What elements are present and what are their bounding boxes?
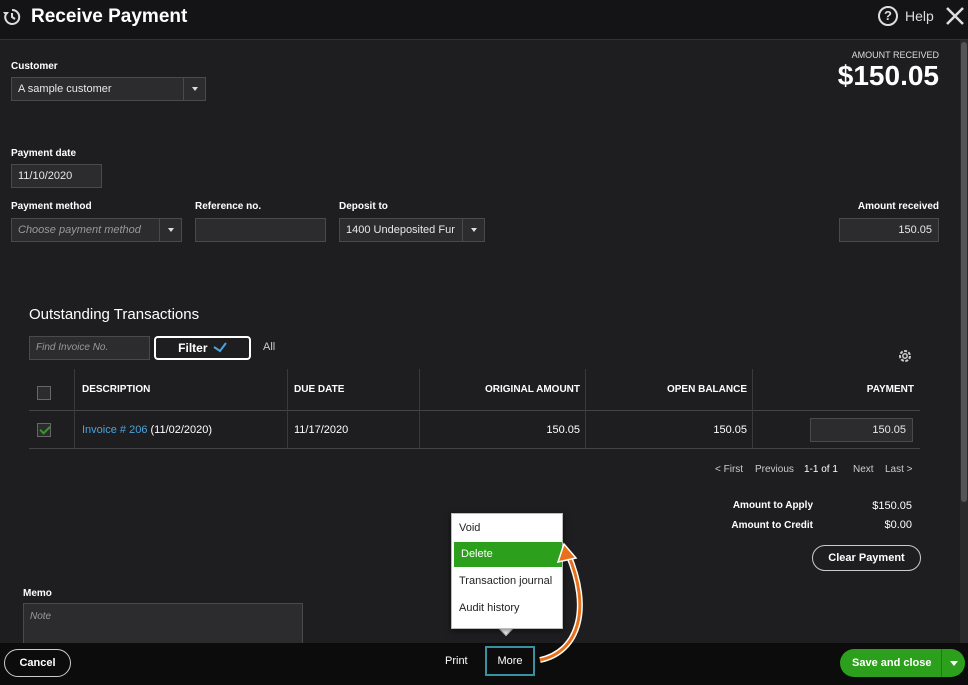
save-and-close-button[interactable]: Save and close: [840, 649, 965, 677]
amount-received-caption: AMOUNT RECEIVED: [851, 50, 939, 60]
amount-to-apply-value: $150.05: [872, 500, 912, 512]
footer-bar: [0, 643, 968, 685]
pager-previous[interactable]: Previous: [755, 464, 794, 475]
amount-to-credit-value: $0.00: [884, 519, 912, 531]
gear-icon[interactable]: [897, 348, 913, 364]
column-header-open-balance[interactable]: OPEN BALANCE: [585, 384, 747, 395]
customer-label: Customer: [11, 61, 58, 72]
amount-to-apply-label: Amount to Apply: [732, 500, 813, 511]
customer-dropdown[interactable]: A sample customer: [11, 77, 206, 101]
clear-payment-button[interactable]: Clear Payment: [812, 545, 921, 571]
table-row: Invoice # 206 (11/02/2020) 11/17/2020 15…: [29, 411, 920, 449]
cancel-button[interactable]: Cancel: [4, 649, 71, 677]
pager-range: 1-1 of 1: [804, 464, 838, 475]
payment-method-placeholder: Choose payment method: [18, 224, 141, 236]
amount-received-total: $150.05: [837, 60, 939, 91]
payment-date-label: Payment date: [11, 148, 77, 159]
filter-label: Filter: [178, 341, 208, 355]
payment-method-label: Payment method: [11, 201, 92, 212]
invoice-date: (11/02/2020): [150, 424, 213, 436]
all-filter-link[interactable]: All: [263, 341, 275, 353]
row-checkbox[interactable]: [37, 423, 51, 437]
payment-input[interactable]: 150.05: [810, 418, 913, 442]
find-invoice-input[interactable]: Find Invoice No.: [29, 336, 150, 360]
chevron-down-icon[interactable]: [941, 649, 965, 677]
filter-button[interactable]: Filter: [154, 336, 251, 360]
reference-input[interactable]: [195, 218, 326, 242]
save-and-close-label: Save and close: [852, 657, 932, 669]
payment-method-dropdown[interactable]: Choose payment method: [11, 218, 182, 242]
select-all-checkbox[interactable]: [37, 386, 51, 400]
pager-last[interactable]: Last >: [885, 464, 913, 475]
history-icon[interactable]: [2, 7, 22, 27]
more-button[interactable]: More: [485, 646, 535, 676]
reference-label: Reference no.: [195, 201, 262, 212]
invoice-description: Invoice # 206 (11/02/2020): [82, 424, 212, 436]
customer-value: A sample customer: [18, 83, 112, 95]
amount-received-input[interactable]: 150.05: [839, 218, 939, 242]
column-header-due-date[interactable]: DUE DATE: [294, 384, 344, 395]
table-header: DESCRIPTION DUE DATE ORIGINAL AMOUNT OPE…: [29, 369, 920, 449]
column-header-description[interactable]: DESCRIPTION: [82, 384, 150, 395]
filter-chevron-icon: [213, 342, 227, 353]
original-amount-cell: 150.05: [546, 424, 580, 436]
print-button[interactable]: Print: [445, 655, 468, 667]
column-header-original-amount[interactable]: ORIGINAL AMOUNT: [419, 384, 580, 395]
chevron-down-icon[interactable]: [462, 219, 484, 241]
scrollbar-thumb[interactable]: [961, 42, 967, 502]
amount-to-credit-label: Amount to Credit: [731, 520, 813, 531]
open-balance-cell: 150.05: [713, 424, 747, 436]
amount-received-label: Amount received: [857, 201, 939, 212]
pager-first[interactable]: < First: [715, 464, 743, 475]
chevron-down-icon[interactable]: [183, 78, 205, 100]
pager-next[interactable]: Next: [853, 464, 874, 475]
memo-label: Memo: [23, 588, 52, 599]
memo-textarea[interactable]: Note: [23, 603, 303, 645]
payment-date-input[interactable]: 11/10/2020: [11, 164, 102, 188]
close-icon[interactable]: [943, 4, 967, 28]
page-title: Receive Payment: [31, 6, 188, 27]
outstanding-transactions-title: Outstanding Transactions: [29, 306, 200, 323]
annotation-arrow-icon: [539, 542, 583, 663]
deposit-to-label: Deposit to: [339, 201, 388, 212]
chevron-down-icon[interactable]: [159, 219, 181, 241]
help-link[interactable]: Help: [905, 8, 934, 24]
help-icon[interactable]: ?: [878, 6, 898, 26]
menu-item-void[interactable]: Void: [452, 516, 562, 541]
invoice-link[interactable]: Invoice # 206: [82, 424, 147, 436]
due-date-cell: 11/17/2020: [294, 424, 349, 436]
deposit-to-dropdown[interactable]: 1400 Undeposited Fur: [339, 218, 485, 242]
deposit-to-value: 1400 Undeposited Fur: [346, 224, 455, 236]
column-header-payment[interactable]: PAYMENT: [752, 384, 914, 395]
